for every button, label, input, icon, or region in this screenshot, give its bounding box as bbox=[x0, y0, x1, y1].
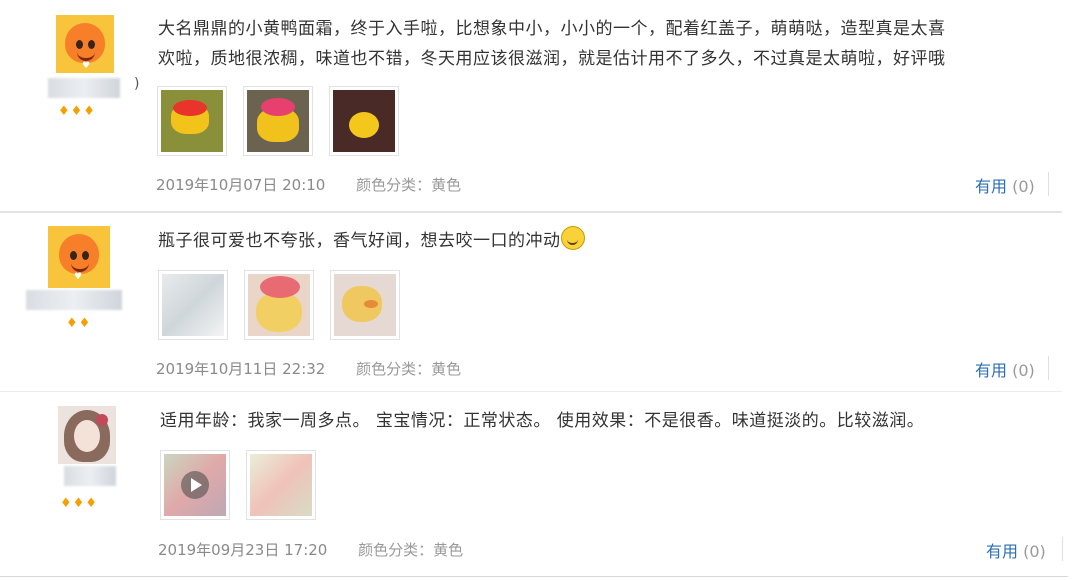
useful-button[interactable]: 有用 (0) bbox=[975, 173, 1035, 197]
level-badge: ♦♦♦ bbox=[58, 104, 96, 119]
review-photo[interactable] bbox=[329, 86, 399, 156]
duck-avatar-icon bbox=[59, 234, 99, 274]
review-separator bbox=[0, 576, 1068, 577]
review-date: 2019年10月11日 22:32 bbox=[156, 360, 326, 378]
useful-button[interactable]: 有用 (0) bbox=[975, 357, 1035, 381]
level-badge: ♦♦ bbox=[66, 316, 92, 331]
sku-spec: 颜色分类：黄色 bbox=[356, 176, 462, 194]
review-item: ♦♦♦ 适用年龄：我家一周多点。 宝宝情况：正常状态。 使用效果：不是很香。味道… bbox=[0, 392, 1080, 580]
review-date: 2019年09月23日 17:20 bbox=[158, 541, 328, 559]
review-video[interactable] bbox=[160, 450, 230, 520]
review-photo[interactable] bbox=[243, 86, 313, 156]
level-badge: ♦♦♦ bbox=[60, 496, 98, 511]
sku-spec: 颜色分类：黄色 bbox=[358, 541, 464, 559]
user-avatar[interactable] bbox=[58, 406, 116, 464]
divider bbox=[1062, 537, 1063, 561]
review-photo[interactable] bbox=[244, 270, 314, 340]
user-avatar[interactable]: ♥ bbox=[48, 226, 110, 288]
review-item: ♥ ) ♦♦♦ 大名鼎鼎的小黄鸭面霜，终于入手啦，比想象中小，小小的一个，配着红… bbox=[0, 0, 1080, 212]
review-photo[interactable] bbox=[157, 86, 227, 156]
useful-button[interactable]: 有用 (0) bbox=[986, 538, 1046, 562]
review-meta: 2019年09月23日 17:20 颜色分类：黄色 bbox=[158, 539, 463, 560]
username[interactable] bbox=[64, 466, 116, 486]
username[interactable] bbox=[26, 290, 122, 310]
divider bbox=[1048, 172, 1049, 196]
review-date: 2019年10月07日 20:10 bbox=[156, 176, 326, 194]
review-item: ♥ ♦♦ 瓶子很可爱也不夸张，香气好闻，想去咬一口的冲动 2019年10月11日… bbox=[0, 212, 1080, 392]
play-icon bbox=[181, 471, 209, 499]
review-text-line: 欢啦，质地很浓稠，味道也不错，冬天用应该很滋润，就是估计用不了多久，不过真是太萌… bbox=[158, 49, 946, 69]
review-text: 瓶子很可爱也不夸张，香气好闻，想去咬一口的冲动 bbox=[158, 226, 1063, 256]
divider bbox=[1048, 356, 1049, 380]
review-text-line: 大名鼎鼎的小黄鸭面霜，终于入手啦，比想象中小，小小的一个，配着红盖子，萌萌哒，造… bbox=[158, 19, 946, 39]
review-meta: 2019年10月11日 22:32 颜色分类：黄色 bbox=[156, 358, 461, 379]
review-text: 大名鼎鼎的小黄鸭面霜，终于入手啦，比想象中小，小小的一个，配着红盖子，萌萌哒，造… bbox=[158, 14, 1063, 74]
review-text: 适用年龄：我家一周多点。 宝宝情况：正常状态。 使用效果：不是很香。味道挺淡的。… bbox=[160, 411, 925, 431]
review-meta: 2019年10月07日 20:10 颜色分类：黄色 bbox=[156, 174, 461, 195]
review-photo[interactable] bbox=[246, 450, 316, 520]
username[interactable] bbox=[48, 78, 120, 98]
review-photo[interactable] bbox=[330, 270, 400, 340]
user-avatar[interactable]: ♥ bbox=[56, 15, 114, 73]
review-photos bbox=[160, 450, 316, 520]
review-photos bbox=[157, 86, 399, 156]
sku-spec: 颜色分类：黄色 bbox=[356, 360, 462, 378]
grin-emoji-icon bbox=[560, 226, 585, 250]
review-photo[interactable] bbox=[158, 270, 228, 340]
review-photos bbox=[158, 270, 400, 340]
username-tail: ) bbox=[134, 76, 140, 92]
duck-avatar-icon bbox=[65, 23, 105, 63]
